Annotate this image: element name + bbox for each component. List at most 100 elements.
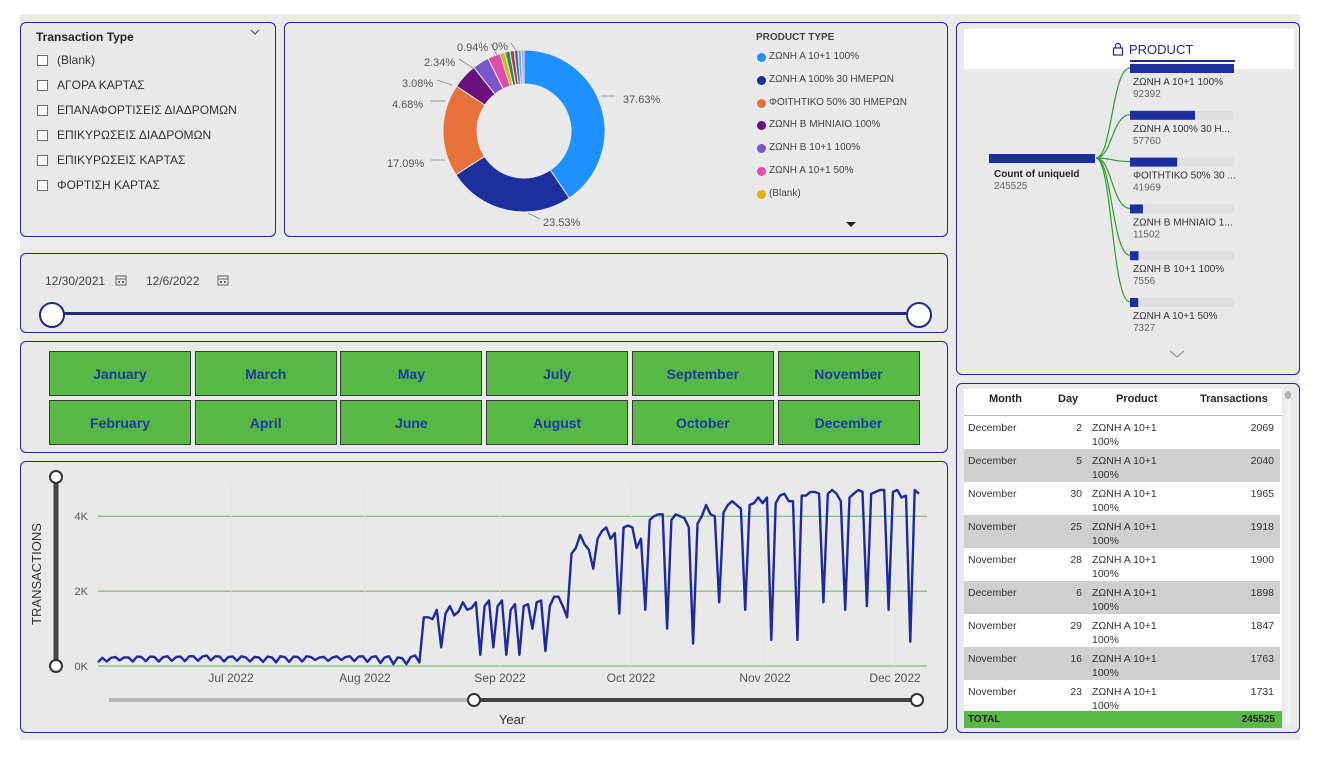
- table-cell-product: ΖΩΝΗ Α 10+1: [1092, 686, 1157, 698]
- table-cell-product-suffix: 100%: [1092, 667, 1119, 679]
- chevron-down-icon[interactable]: [249, 25, 261, 41]
- checkbox[interactable]: [37, 55, 48, 66]
- decomposition-tree-card: PRODUCT Count of uniqueId 245525 ΖΩΝΗ Α 10…: [956, 22, 1300, 375]
- x-zoom-handle[interactable]: [910, 693, 924, 707]
- month-button-january[interactable]: January: [49, 351, 191, 396]
- col-header-product[interactable]: Product: [1116, 393, 1158, 405]
- decomp-node-bar[interactable]: [1130, 204, 1143, 214]
- decomp-node-bar[interactable]: [1130, 64, 1234, 73]
- table-row[interactable]: November 30 ΖΩΝΗ Α 10+1 100% 1965: [964, 482, 1280, 515]
- checkbox[interactable]: [37, 105, 48, 116]
- table-cell-month: November: [968, 521, 1017, 533]
- y-zoom-handle[interactable]: [49, 659, 63, 673]
- date-slider-start-handle[interactable]: [39, 302, 65, 328]
- legend-marker: [757, 167, 766, 176]
- col-header-month[interactable]: Month: [989, 393, 1022, 405]
- legend-item-label[interactable]: (Blank): [769, 188, 801, 199]
- month-button-december[interactable]: December: [777, 400, 920, 445]
- donut-data-label: 0%: [492, 41, 508, 53]
- table-cell-product-suffix: 100%: [1092, 601, 1119, 613]
- month-button-may[interactable]: May: [340, 351, 483, 396]
- month-button-february[interactable]: February: [49, 400, 191, 445]
- table-cell-transactions: 1731: [1250, 686, 1274, 698]
- table-row[interactable]: December 6 ΖΩΝΗ Α 10+1 100% 1898: [964, 581, 1280, 614]
- legend-item-label[interactable]: ΖΩΝΗ Α 10+1 50%: [769, 165, 853, 176]
- decomp-node-bar-bg[interactable]: [1130, 251, 1234, 261]
- table-scrollbar[interactable]: [1285, 391, 1291, 726]
- slicer-option-label[interactable]: ΕΠΑΝΑΦΟΡΤΙΣΕΙΣ ΔΙΑΔΡΟΜΩΝ: [57, 103, 237, 117]
- slicer-option-label[interactable]: ΕΠΙΚΥΡΩΣΕΙΣ ΚΑΡΤΑΣ: [57, 153, 185, 167]
- col-header-day[interactable]: Day: [1058, 393, 1078, 405]
- table-cell-product: ΖΩΝΗ Α 10+1: [1092, 620, 1157, 632]
- legend-marker: [757, 53, 766, 62]
- table-cell-product-suffix: 100%: [1092, 634, 1119, 646]
- table-cell-day: 6: [1076, 587, 1082, 599]
- month-button-november[interactable]: November: [777, 351, 920, 396]
- legend-item-label[interactable]: ΖΩΝΗ Α 100% 30 ΗΜΕΡΩΝ: [769, 74, 894, 85]
- table-cell-day: 5: [1076, 455, 1082, 467]
- checkbox[interactable]: [37, 180, 48, 191]
- decomp-expand-chevron-icon[interactable]: [1169, 346, 1185, 364]
- product-type-donut-card: 37.63% 23.53% 17.09% 4.68% 3.08% 2.34% 0.94% 0%…: [284, 22, 948, 237]
- slicer-option-label[interactable]: ΦΟΡΤΙΣΗ ΚΑΡΤΑΣ: [57, 178, 160, 192]
- table-row[interactable]: December 2 ΖΩΝΗ Α 10+1 100% 2069: [964, 416, 1280, 449]
- decomp-node-bar[interactable]: [1130, 157, 1178, 167]
- decomp-node-bar-bg[interactable]: [1130, 298, 1234, 307]
- decomp-node-bar[interactable]: [1130, 298, 1139, 307]
- table-row[interactable]: November 29 ΖΩΝΗ Α 10+1 100% 1847: [964, 614, 1280, 647]
- decomposition-tree: Count of uniqueId245525 ΖΩΝΗ Α 10+1 100%9…: [989, 64, 1236, 334]
- slicer-option-label[interactable]: (Blank): [57, 53, 95, 67]
- legend-scroll-down-icon[interactable]: [845, 216, 857, 234]
- checkbox[interactable]: [37, 130, 48, 141]
- calendar-icon[interactable]: [115, 273, 127, 291]
- date-slider-track[interactable]: [52, 312, 920, 315]
- table-row[interactable]: November 16 ΖΩΝΗ Α 10+1 100% 1763: [964, 647, 1280, 680]
- month-button-march[interactable]: March: [194, 351, 337, 396]
- decomp-node-value: 41969: [1133, 183, 1161, 194]
- table-cell-transactions: 1965: [1250, 488, 1274, 500]
- table-cell-product: ΖΩΝΗ Α 10+1: [1092, 455, 1157, 467]
- table-cell-product: ΖΩΝΗ Α 10+1: [1092, 422, 1157, 434]
- legend-marker: [757, 121, 766, 131]
- end-date[interactable]: 12/6/2022: [146, 274, 199, 288]
- decomp-node-label: ΖΩΝΗ Α 10+1 100%: [1133, 77, 1223, 88]
- start-date[interactable]: 12/30/2021: [45, 274, 105, 288]
- donut-slice[interactable]: [455, 155, 570, 213]
- table-row[interactable]: November 23 ΖΩΝΗ Α 10+1 100% 1731: [964, 680, 1280, 713]
- table-scrollbar-thumb[interactable]: [1285, 391, 1291, 399]
- checkbox[interactable]: [37, 155, 48, 166]
- table-cell-product: ΖΩΝΗ Α 10+1: [1092, 488, 1157, 500]
- table-row[interactable]: November 28 ΖΩΝΗ Α 10+1 100% 1900: [964, 548, 1280, 581]
- date-slider-end-handle[interactable]: [906, 302, 932, 328]
- slicer-option-label[interactable]: ΕΠΙΚΥΡΩΣΕΙΣ ΔΙΑΔΡΟΜΩΝ: [57, 128, 211, 142]
- transactions-line-chart-card: 4K 2K 0K Jul 2022 Aug 2022 Sep 2022 Oct 2022 No…: [20, 461, 948, 733]
- decomp-node-label: ΖΩΝΗ Β ΜΗΝΙΑΙΟ 1...: [1133, 217, 1233, 228]
- legend-item-label[interactable]: ΖΩΝΗ Α 10+1 100%: [769, 51, 859, 62]
- col-header-transactions[interactable]: Transactions: [1200, 393, 1268, 405]
- month-button-august[interactable]: August: [486, 400, 629, 445]
- month-button-april[interactable]: April: [194, 400, 337, 445]
- legend-item-label[interactable]: ΦΟΙΤΗΤΙΚΟ 50% 30 ΗΜΕΡΩΝ: [769, 97, 907, 108]
- table-row[interactable]: November 25 ΖΩΝΗ Α 10+1 100% 1918: [964, 515, 1280, 548]
- slicer-option-label[interactable]: ΑΓΟΡΑ ΚΑΡΤΑΣ: [57, 78, 145, 92]
- decomp-node-label: ΦΟΙΤΗΤΙΚΟ 50% 30 ...: [1133, 171, 1236, 182]
- legend-marker: [757, 144, 766, 154]
- y-zoom-handle[interactable]: [49, 470, 63, 484]
- table-cell-day: 29: [1070, 620, 1082, 632]
- month-button-july[interactable]: July: [486, 351, 629, 396]
- decomp-node-bar[interactable]: [1130, 110, 1195, 120]
- legend-item-label[interactable]: ΖΩΝΗ Β ΜΗΝΙΑΙΟ 100%: [769, 119, 880, 130]
- x-zoom-handle[interactable]: [467, 693, 481, 707]
- decomp-node-bar[interactable]: [1130, 251, 1139, 261]
- decomp-root-bar[interactable]: [989, 154, 1095, 163]
- calendar-icon[interactable]: [217, 273, 229, 291]
- table-cell-month: November: [968, 686, 1017, 698]
- decomp-node-bar-bg[interactable]: [1130, 204, 1234, 214]
- month-button-september[interactable]: September: [631, 351, 774, 396]
- month-button-october[interactable]: October: [631, 400, 774, 445]
- table-row[interactable]: December 5 ΖΩΝΗ Α 10+1 100% 2040: [964, 449, 1280, 482]
- month-button-june[interactable]: June: [340, 400, 483, 445]
- legend-item-label[interactable]: ΖΩΝΗ Β 10+1 100%: [769, 142, 860, 153]
- donut-slice[interactable]: [523, 49, 606, 199]
- checkbox[interactable]: [37, 80, 48, 91]
